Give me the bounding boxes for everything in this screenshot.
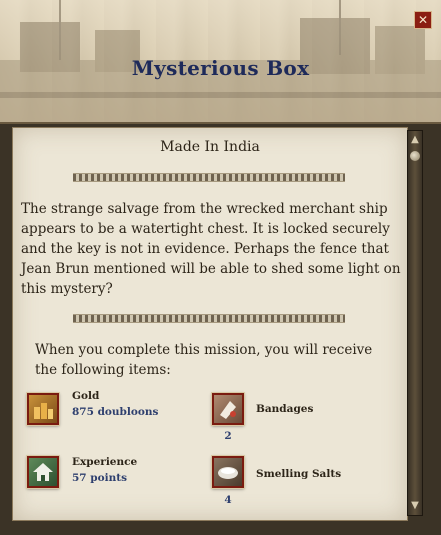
smelling-salts-icon[interactable] bbox=[212, 456, 244, 488]
reward-name-smelling-salts: Smelling Salts bbox=[256, 468, 342, 480]
scroll-thumb[interactable] bbox=[410, 151, 420, 161]
mission-description: The strange salvage from the wrecked mer… bbox=[21, 201, 401, 297]
scrollbar[interactable]: ▲ ▼ bbox=[407, 130, 423, 516]
header-banner: Mysterious Box bbox=[0, 0, 441, 124]
reward-qty-bandages: 2 bbox=[224, 430, 232, 442]
bandage-roll-glyph bbox=[220, 401, 236, 419]
reward-name-experience: Experience bbox=[72, 456, 138, 468]
divider-bottom bbox=[73, 314, 345, 323]
scroll-down-arrow-icon[interactable]: ▼ bbox=[408, 499, 422, 513]
rewards-intro: When you complete this mission, you will… bbox=[35, 342, 373, 378]
house-glyph bbox=[33, 463, 53, 481]
scroll-up-arrow-icon[interactable]: ▲ bbox=[408, 133, 422, 147]
divider-top bbox=[73, 173, 345, 182]
reward-name-gold: Gold bbox=[72, 390, 100, 402]
gold-icon[interactable] bbox=[27, 393, 59, 425]
reward-value-experience: 57 points bbox=[72, 472, 127, 484]
mission-origin: Made In India bbox=[160, 139, 260, 155]
experience-icon[interactable] bbox=[27, 456, 59, 488]
reward-name-bandages: Bandages bbox=[256, 403, 314, 415]
mission-window: Mysterious Box ✕ Made In India The stran… bbox=[0, 0, 441, 535]
close-button[interactable]: ✕ bbox=[414, 11, 432, 29]
salt-dish-glyph bbox=[218, 467, 238, 479]
mission-panel: Made In India The strange salvage from t… bbox=[12, 127, 408, 521]
reward-qty-smelling-salts: 4 bbox=[224, 494, 232, 506]
reward-value-gold: 875 doubloons bbox=[72, 406, 159, 418]
bandages-icon[interactable] bbox=[212, 393, 244, 425]
gold-coins-glyph bbox=[34, 403, 53, 419]
window-title: Mysterious Box bbox=[131, 56, 310, 80]
